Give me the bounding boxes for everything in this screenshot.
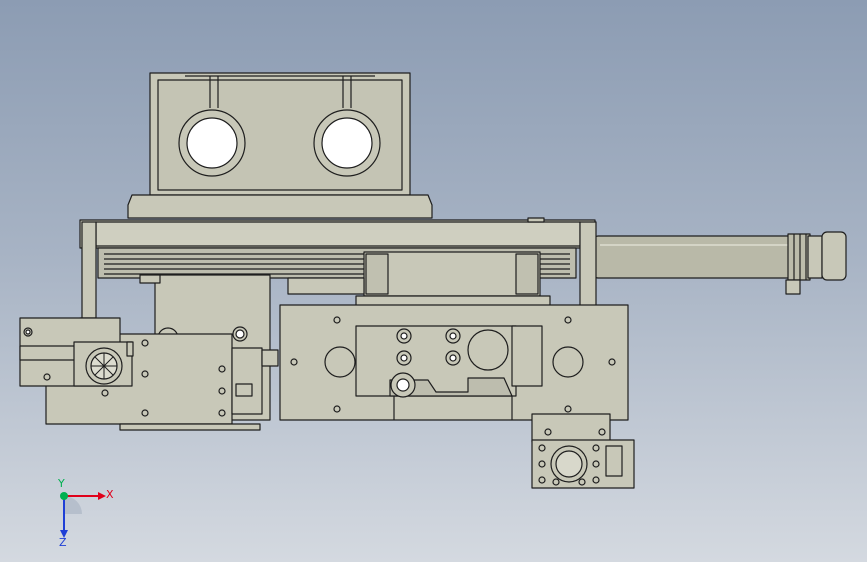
cad-model-assembly[interactable] <box>0 0 867 562</box>
bottom-right-clamp[interactable] <box>531 413 635 489</box>
left-clamp-block[interactable] <box>19 317 134 387</box>
x-axis-label: X <box>106 488 114 501</box>
center-base-plate[interactable] <box>279 304 629 421</box>
x-axis-arrow <box>98 492 106 500</box>
z-axis-label: Z <box>59 536 67 548</box>
left-end-post[interactable] <box>79 221 97 327</box>
3d-viewport[interactable]: X Y Z <box>0 0 867 562</box>
cylinder-rod[interactable] <box>593 231 847 295</box>
top-bracket[interactable] <box>127 72 433 219</box>
y-axis-label: Y <box>57 478 65 490</box>
orientation-triad[interactable]: X Y Z <box>40 478 120 548</box>
y-axis-dot <box>60 492 68 500</box>
